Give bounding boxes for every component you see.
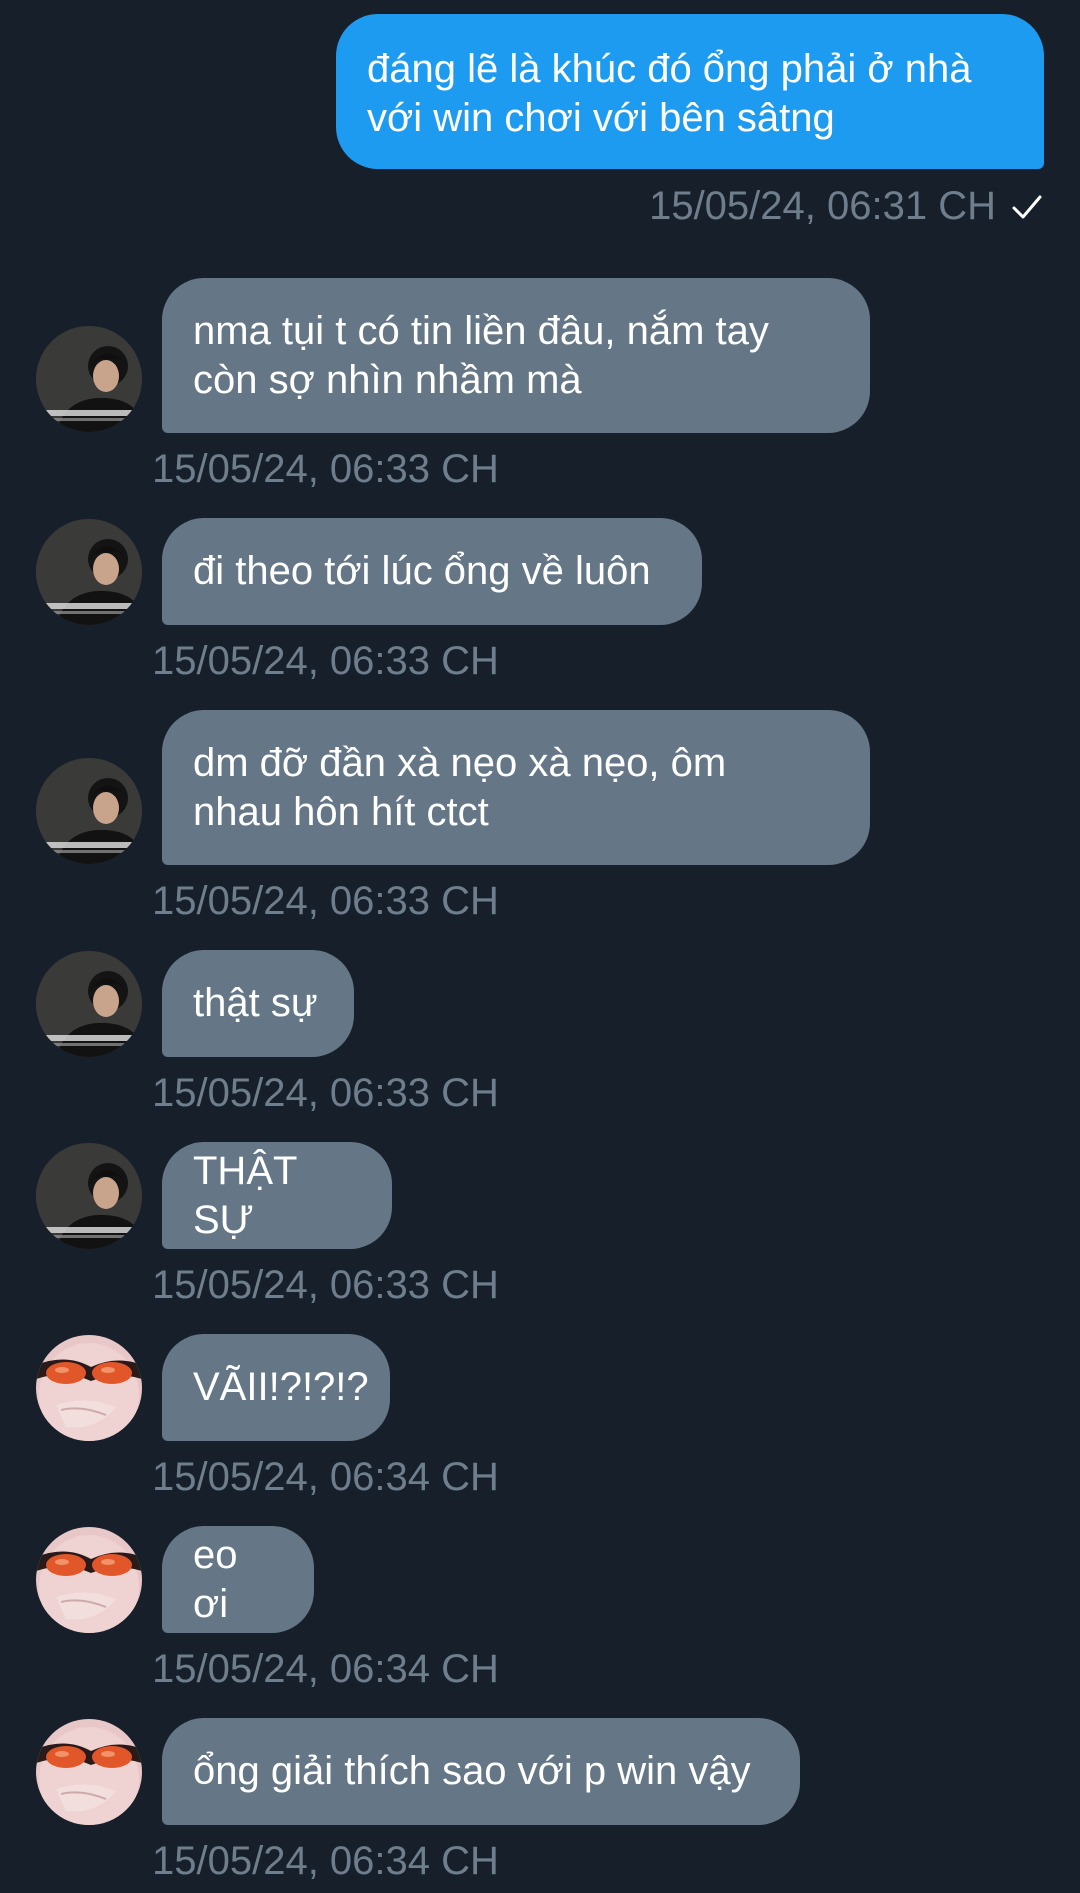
dark-haired-person-avatar[interactable] [36, 758, 142, 864]
message-timestamp: 15/05/24, 06:33 CH [152, 447, 499, 491]
message-text-line: đáng lẽ là khúc đó ổng phải ở nhà [367, 47, 972, 91]
message-text: thật sự [193, 981, 318, 1025]
incoming-message-bubble[interactable]: eo ơi [162, 1526, 314, 1633]
message-timestamp: 15/05/24, 06:33 CH [152, 1071, 499, 1115]
message-timestamp: 15/05/24, 06:31 CH [649, 183, 996, 228]
message-text: VÃII!?!?!? [193, 1365, 369, 1409]
message-text: ổng giải thích sao với p win vậy [193, 1749, 751, 1793]
incoming-message-bubble[interactable]: đi theo tới lúc ổng về luôn [162, 518, 702, 625]
message-text-line: còn sợ nhìn nhầm mà [193, 357, 582, 402]
dark-haired-person-avatar[interactable] [36, 951, 142, 1057]
outgoing-message-bubble[interactable]: đáng lẽ là khúc đó ổng phải ở nhà với wi… [336, 14, 1044, 169]
message-text-line: nhau hôn hít ctct [193, 789, 489, 834]
message-text: đi theo tới lúc ổng về luôn [193, 549, 651, 593]
incoming-message-bubble[interactable]: thật sự [162, 950, 354, 1057]
message-text: THẬT SỰ [193, 1148, 297, 1242]
message-text-line: với win chơi với bên sâtng [367, 96, 835, 140]
chat-thread: đáng lẽ là khúc đó ổng phải ở nhà với wi… [0, 0, 1080, 1893]
orange-sunglasses-avatar[interactable] [36, 1335, 142, 1441]
incoming-message-bubble[interactable]: THẬT SỰ [162, 1142, 392, 1249]
message-text-line: dm đỡ đần xà nẹo xà nẹo, ôm [193, 740, 727, 785]
incoming-message-bubble[interactable]: VÃII!?!?!? [162, 1334, 390, 1441]
dark-haired-person-avatar[interactable] [36, 1143, 142, 1249]
message-timestamp: 15/05/24, 06:34 CH [152, 1647, 499, 1691]
message-text: eo ơi [193, 1532, 238, 1626]
outgoing-message-meta: 15/05/24, 06:31 CH [649, 180, 1044, 232]
message-timestamp: 15/05/24, 06:34 CH [152, 1455, 499, 1499]
incoming-message-bubble[interactable]: ổng giải thích sao với p win vậy [162, 1718, 800, 1825]
check-icon [1010, 189, 1044, 223]
dark-haired-person-avatar[interactable] [36, 326, 142, 432]
message-timestamp: 15/05/24, 06:33 CH [152, 639, 499, 683]
orange-sunglasses-avatar[interactable] [36, 1719, 142, 1825]
message-timestamp: 15/05/24, 06:34 CH [152, 1839, 499, 1883]
message-text-line: nma tụi t có tin liền đâu, nắm tay [193, 308, 769, 353]
message-timestamp: 15/05/24, 06:33 CH [152, 1263, 499, 1307]
incoming-message-bubble[interactable]: nma tụi t có tin liền đâu, nắm tay còn s… [162, 278, 870, 433]
message-timestamp: 15/05/24, 06:33 CH [152, 879, 499, 923]
dark-haired-person-avatar[interactable] [36, 519, 142, 625]
orange-sunglasses-avatar[interactable] [36, 1527, 142, 1633]
incoming-message-bubble[interactable]: dm đỡ đần xà nẹo xà nẹo, ôm nhau hôn hít… [162, 710, 870, 865]
